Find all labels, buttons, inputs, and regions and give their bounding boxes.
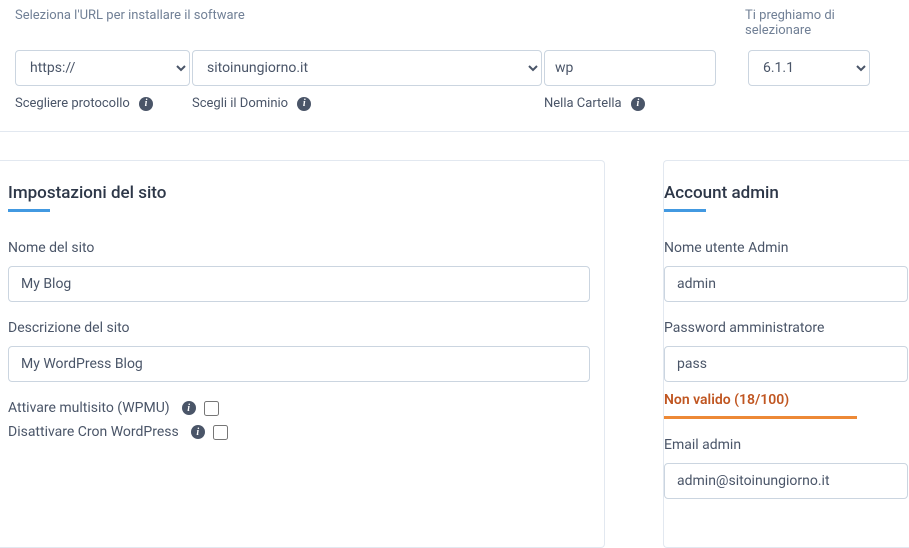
site-desc-input[interactable] (8, 346, 590, 382)
site-name-label: Nome del sito (8, 240, 596, 256)
info-icon[interactable]: i (631, 97, 645, 111)
protocol-select[interactable]: https:// (15, 50, 190, 86)
multisite-label: Attivare multisito (WPMU) (8, 400, 170, 416)
disable-cron-label: Disattivare Cron WordPress (8, 424, 179, 440)
title-underline (8, 209, 50, 212)
url-config-section: Seleziona l'URL per installare il softwa… (0, 0, 909, 132)
password-strength-bar (664, 416, 857, 419)
version-select[interactable]: 6.1.1 (748, 50, 870, 86)
admin-title: Account admin (664, 183, 909, 203)
password-strength-text: Non valido (18/100) (664, 392, 909, 408)
site-settings-title: Impostazioni del sito (8, 183, 596, 203)
admin-password-input[interactable] (664, 346, 908, 382)
site-name-input[interactable] (8, 266, 590, 302)
folder-input[interactable] (544, 50, 716, 86)
info-icon[interactable]: i (139, 97, 153, 111)
admin-account-card: Account admin Nome utente Admin Password… (663, 160, 909, 548)
domain-select[interactable]: sitoinungiorno.it (192, 50, 542, 86)
info-icon[interactable]: i (297, 97, 311, 111)
info-icon[interactable]: i (182, 401, 196, 415)
helper-domain-label: Scegli il Dominio (192, 96, 288, 111)
admin-email-label: Email admin (664, 437, 909, 453)
admin-username-label: Nome utente Admin (664, 240, 909, 256)
multisite-checkbox[interactable] (204, 401, 219, 416)
admin-password-label: Password amministratore (664, 320, 909, 336)
select-url-label: Seleziona l'URL per installare il softwa… (15, 8, 745, 38)
site-settings-card: Impostazioni del sito Nome del sito Desc… (0, 160, 605, 548)
admin-username-input[interactable] (664, 266, 908, 302)
info-icon[interactable]: i (191, 425, 205, 439)
helper-protocol-label: Scegliere protocollo (15, 96, 130, 111)
site-desc-label: Descrizione del sito (8, 320, 596, 336)
title-underline (664, 209, 706, 212)
helper-folder-label: Nella Cartella (544, 96, 622, 111)
admin-email-input[interactable] (664, 463, 908, 499)
select-version-label: Ti preghiamo di selezionare (745, 8, 894, 38)
disable-cron-checkbox[interactable] (213, 425, 228, 440)
